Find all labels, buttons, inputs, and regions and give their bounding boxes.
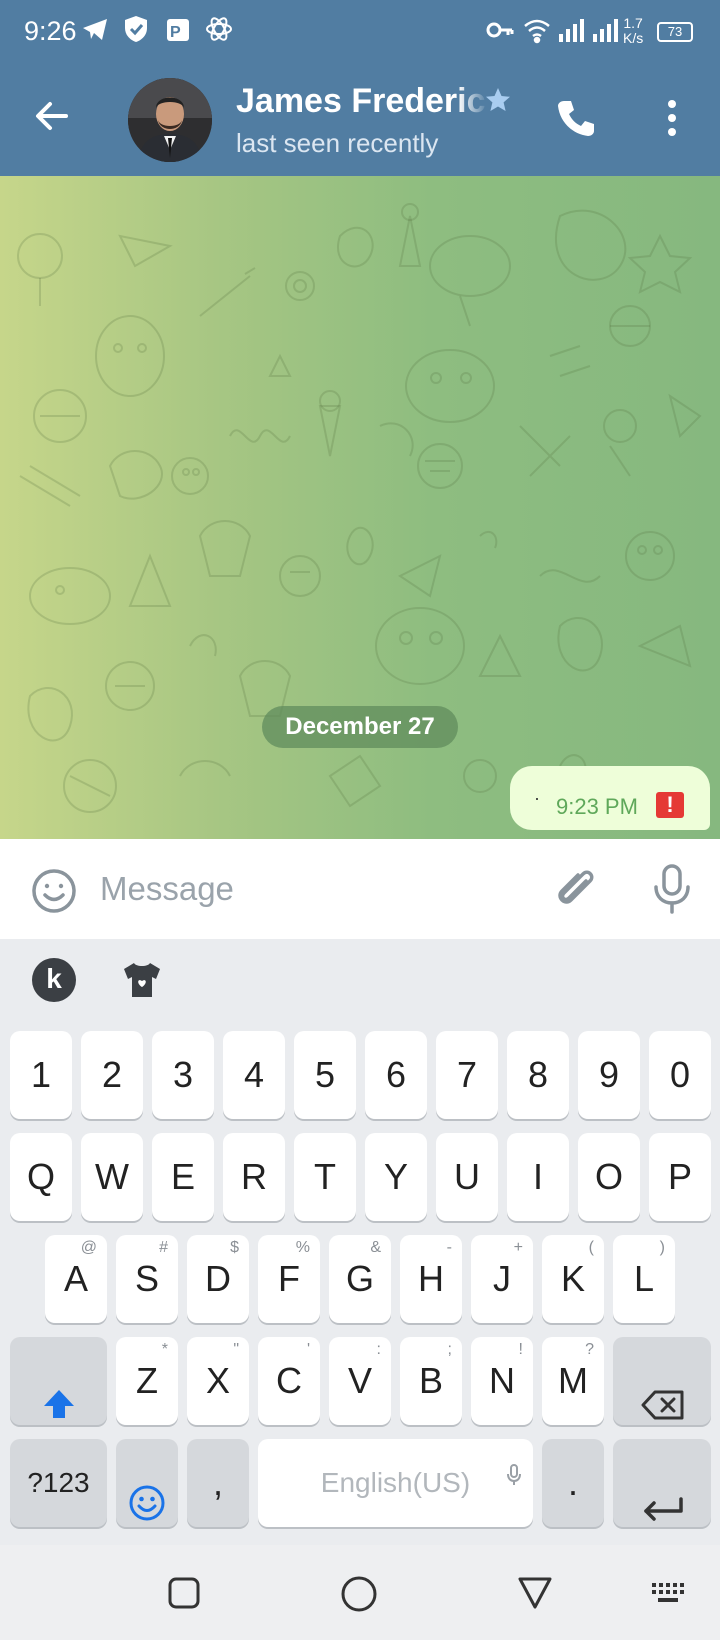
key-d[interactable]: $ D — [187, 1235, 249, 1323]
wifi-icon — [522, 14, 552, 49]
key-t[interactable]: T — [294, 1133, 356, 1221]
status-time: 9:26 — [24, 16, 77, 46]
key-n[interactable]: ! N — [471, 1337, 533, 1425]
key-j[interactable]: + J — [471, 1235, 533, 1323]
home-circle-icon[interactable] — [340, 1575, 378, 1618]
emoji-key[interactable] — [116, 1439, 178, 1527]
back-triangle-icon[interactable] — [516, 1575, 554, 1616]
app-icon: P — [164, 14, 192, 49]
paperclip-icon[interactable] — [552, 863, 600, 920]
key-2[interactable]: 2 — [81, 1031, 143, 1119]
date-separator: December 27 — [262, 706, 458, 748]
key-3[interactable]: 3 — [152, 1031, 214, 1119]
key-1[interactable]: 1 — [10, 1031, 72, 1119]
key-0[interactable]: 0 — [649, 1031, 711, 1119]
chat-background: December 27 · 9:23 PM ! — [0, 176, 720, 839]
key-7[interactable]: 7 — [436, 1031, 498, 1119]
keyboard-switch-icon[interactable] — [650, 1581, 686, 1610]
keyboard-toolbar: k — [0, 939, 720, 1019]
key-s[interactable]: # S — [116, 1235, 178, 1323]
key-v[interactable]: :V — [329, 1337, 391, 1425]
system-nav-bar — [0, 1545, 720, 1640]
key-y[interactable]: Y — [365, 1133, 427, 1221]
key-k[interactable]: (K — [542, 1235, 604, 1323]
backspace-key[interactable] — [613, 1337, 711, 1425]
key-e[interactable]: E — [152, 1133, 214, 1221]
error-icon[interactable]: ! — [656, 792, 684, 818]
key-4[interactable]: 4 — [223, 1031, 285, 1119]
key-h[interactable]: -H — [400, 1235, 462, 1323]
comma-key[interactable]: , — [187, 1439, 249, 1527]
chat-header: James Frederic last seen recently — [0, 62, 720, 176]
telegram-icon — [80, 14, 110, 49]
key-g[interactable]: & G — [329, 1235, 391, 1323]
key-x[interactable]: " X — [187, 1337, 249, 1425]
recents-square-icon[interactable] — [166, 1575, 202, 1616]
message-input-bar — [0, 839, 720, 939]
key-o[interactable]: O — [578, 1133, 640, 1221]
enter-icon — [641, 1469, 685, 1557]
last-seen-status: last seen recently — [236, 128, 439, 158]
avatar[interactable] — [128, 78, 212, 162]
tshirt-theme-icon[interactable] — [120, 959, 164, 1006]
soft-keyboard: k 1 2 3 4 5 6 7 8 9 0 Q W E R T Y U I O … — [0, 939, 720, 1545]
signal-icon-2 — [590, 14, 620, 49]
key-6[interactable]: 6 — [365, 1031, 427, 1119]
shift-key[interactable] — [10, 1337, 107, 1425]
message-time: 9:23 PM — [556, 794, 638, 819]
key-b[interactable]: ; B — [400, 1337, 462, 1425]
atom-icon — [204, 14, 234, 49]
star-icon — [484, 86, 512, 119]
outgoing-message-bubble[interactable]: · 9:23 PM ! — [510, 766, 710, 830]
key-l[interactable]: ) L — [613, 1235, 675, 1323]
key-p[interactable]: P — [649, 1133, 711, 1221]
key-a[interactable]: @ A — [45, 1235, 107, 1323]
key-z[interactable]: * Z — [116, 1337, 178, 1425]
contact-name[interactable]: James Frederic — [236, 82, 488, 121]
vpn-key-icon — [486, 14, 514, 49]
key-5[interactable]: 5 — [294, 1031, 356, 1119]
key-9[interactable]: 9 — [578, 1031, 640, 1119]
key-f[interactable]: % F — [258, 1235, 320, 1323]
symbols-key[interactable]: ?123 — [10, 1439, 107, 1527]
period-key[interactable]: . — [542, 1439, 604, 1527]
key-8[interactable]: 8 — [507, 1031, 569, 1119]
key-i[interactable]: I — [507, 1133, 569, 1221]
key-u[interactable]: U — [436, 1133, 498, 1221]
enter-key[interactable] — [613, 1439, 711, 1527]
small-mic-icon — [507, 1433, 521, 1521]
key-m[interactable]: ? M — [542, 1337, 604, 1425]
message-text: · — [534, 788, 540, 808]
smiley-icon — [129, 1465, 165, 1553]
signal-icon-1 — [556, 14, 586, 49]
microphone-icon[interactable] — [650, 863, 694, 920]
status-bar: 9:26 P 1.7 K/s 73 — [0, 0, 720, 62]
keyboard-app-button[interactable]: k — [32, 958, 76, 1002]
key-q[interactable]: Q — [10, 1133, 72, 1221]
key-c[interactable]: ' C — [258, 1337, 320, 1425]
key-w[interactable]: W — [81, 1133, 143, 1221]
emoji-icon[interactable] — [30, 867, 78, 920]
shield-icon — [122, 14, 150, 49]
battery-indicator: 73 — [657, 22, 693, 42]
svg-text:P: P — [170, 24, 181, 41]
space-key[interactable]: English(US) — [258, 1439, 533, 1527]
more-vertical-icon[interactable] — [660, 98, 684, 143]
message-input[interactable] — [100, 863, 520, 915]
back-arrow-icon[interactable] — [32, 96, 72, 141]
network-speed: 1.7 K/s — [623, 15, 644, 46]
key-r[interactable]: R — [223, 1133, 285, 1221]
phone-icon[interactable] — [554, 96, 598, 145]
